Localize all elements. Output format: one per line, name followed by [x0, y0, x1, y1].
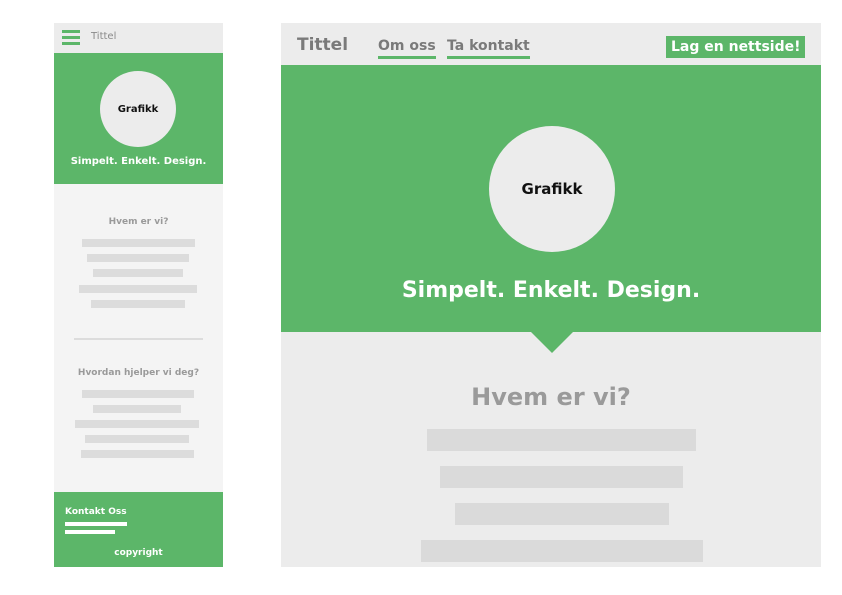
footer-copyright: copyright: [114, 548, 163, 558]
mobile-section-heading-2: Hvordan hjelper vi deg?: [77, 368, 200, 378]
text-placeholder-line: [81, 450, 194, 458]
text-placeholder-line: [75, 420, 199, 428]
mobile-footer: Kontakt Oss copyright: [54, 492, 223, 567]
mobile-graphic-label: Grafikk: [117, 103, 159, 115]
mobile-hero: Grafikk Simpelt. Enkelt. Design.: [54, 53, 223, 184]
desktop-mockup: Tittel Om oss Ta kontakt Lag en nettside…: [281, 23, 821, 567]
desktop-content: Hvem er vi?: [281, 332, 821, 567]
text-placeholder-line: [440, 466, 683, 488]
text-placeholder-line: [427, 429, 696, 451]
mobile-content: Hvem er vi? Hvordan hjelper vi deg?: [54, 184, 223, 492]
mobile-graphic-placeholder: Grafikk: [100, 71, 176, 147]
text-placeholder-line: [455, 503, 669, 525]
mobile-section-heading-1: Hvem er vi?: [108, 217, 169, 227]
text-placeholder-line: [79, 285, 197, 293]
mobile-mockup: Tittel Grafikk Simpelt. Enkelt. Design. …: [54, 23, 223, 567]
mobile-tagline: Simpelt. Enkelt. Design.: [70, 156, 207, 167]
desktop-site-title: Tittel: [297, 35, 349, 55]
desktop-graphic-placeholder: Grafikk: [489, 126, 615, 252]
hamburger-icon[interactable]: [62, 30, 80, 45]
desktop-hero: Grafikk Simpelt. Enkelt. Design.: [281, 65, 821, 332]
section-divider: [74, 338, 203, 340]
footer-placeholder-line: [65, 530, 115, 534]
text-placeholder-line: [82, 239, 195, 247]
text-placeholder-line: [82, 390, 194, 398]
hero-pointer-arrow: [531, 332, 573, 353]
desktop-graphic-label: Grafikk: [521, 180, 583, 198]
text-placeholder-line: [87, 254, 189, 262]
nav-link-om-oss[interactable]: Om oss: [378, 38, 436, 59]
text-placeholder-line: [421, 540, 703, 562]
create-website-button[interactable]: Lag en nettside!: [666, 36, 806, 58]
text-placeholder-line: [93, 269, 183, 277]
text-placeholder-line: [85, 435, 189, 443]
text-placeholder-line: [91, 300, 185, 308]
mobile-site-title: Tittel: [91, 31, 117, 42]
footer-placeholder-line: [65, 522, 127, 526]
nav-link-ta-kontakt[interactable]: Ta kontakt: [447, 38, 530, 59]
text-placeholder-line: [93, 405, 181, 413]
desktop-section-heading: Hvem er vi?: [471, 383, 631, 411]
desktop-header: Tittel Om oss Ta kontakt Lag en nettside…: [281, 23, 821, 65]
mobile-header: Tittel: [54, 23, 223, 53]
desktop-tagline: Simpelt. Enkelt. Design.: [401, 278, 701, 303]
footer-contact-link[interactable]: Kontakt Oss: [65, 507, 127, 517]
